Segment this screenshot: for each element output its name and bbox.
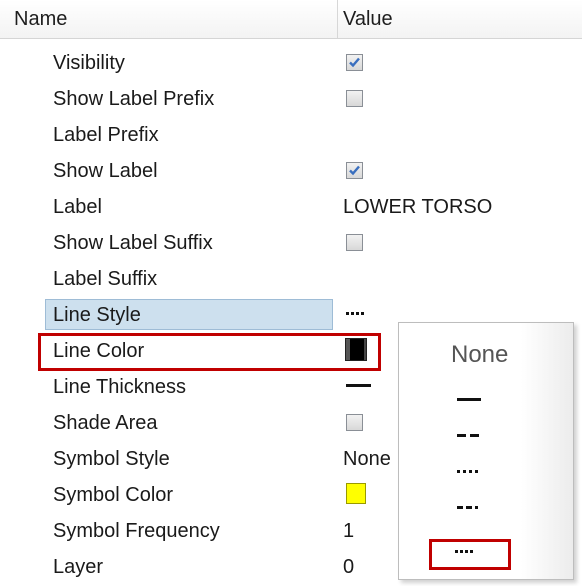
property-grid: Name Value Visibility Show Label Prefix … [0,0,582,586]
line-color-highlight-box [38,333,381,371]
line-style-dropdown: None [398,322,574,580]
property-name: Show Label Prefix [53,88,215,110]
shade-area-checkbox[interactable] [346,414,363,431]
solid-line-icon [457,398,481,401]
property-row-show-label[interactable]: Show Label [0,153,582,189]
property-name: Line Style [53,304,141,326]
property-name: Show Label Suffix [53,232,213,254]
dropdown-option-dashed[interactable] [399,417,575,453]
checkmark-icon [349,165,360,176]
property-name: Visibility [53,52,125,74]
property-name: Line Thickness [53,376,187,398]
show-label-checkbox[interactable] [346,162,363,179]
dash-dot-line-icon [457,506,478,509]
dotted-line-icon [457,470,478,473]
property-row-label-prefix[interactable]: Label Prefix [0,117,582,153]
property-name: Shade Area [53,412,158,434]
dashed-line-icon [457,434,479,437]
symbol-frequency-value[interactable]: 1 [343,513,354,549]
property-name: Label [53,196,102,218]
dropdown-option-dash-dot[interactable] [399,489,575,525]
property-name: Show Label [53,160,158,182]
grid-header: Name Value [0,0,582,39]
show-label-suffix-checkbox[interactable] [346,234,363,251]
dropdown-option-solid[interactable] [399,381,575,417]
property-name: Layer [53,556,104,578]
dense-dotted-highlight-box [429,539,511,570]
property-name: Symbol Style [53,448,170,470]
property-name: Label Suffix [53,268,158,290]
checkmark-icon [349,57,360,68]
property-name: Symbol Frequency [53,520,220,542]
name-column-header[interactable]: Name [14,0,67,38]
symbol-style-value[interactable]: None [343,441,391,477]
option-label: None [451,341,509,368]
value-column-header[interactable]: Value [343,0,393,38]
show-label-prefix-checkbox[interactable] [346,90,363,107]
property-row-show-label-prefix[interactable]: Show Label Prefix [0,81,582,117]
column-divider[interactable] [337,0,338,38]
property-row-label[interactable]: Label LOWER TORSO [0,189,582,225]
line-thickness-solid-icon[interactable] [346,384,371,387]
property-row-show-label-suffix[interactable]: Show Label Suffix [0,225,582,261]
property-name: Label Prefix [53,124,159,146]
property-name: Symbol Color [53,484,174,506]
dropdown-option-none[interactable]: None [399,323,575,368]
layer-value[interactable]: 0 [343,549,354,585]
dropdown-option-dotted[interactable] [399,453,575,489]
visibility-checkbox[interactable] [346,54,363,71]
property-row-label-suffix[interactable]: Label Suffix [0,261,582,297]
symbol-color-swatch[interactable] [346,483,366,504]
property-row-visibility[interactable]: Visibility [0,45,582,81]
line-style-dotted-icon[interactable] [346,312,364,315]
label-value[interactable]: LOWER TORSO [343,189,492,225]
